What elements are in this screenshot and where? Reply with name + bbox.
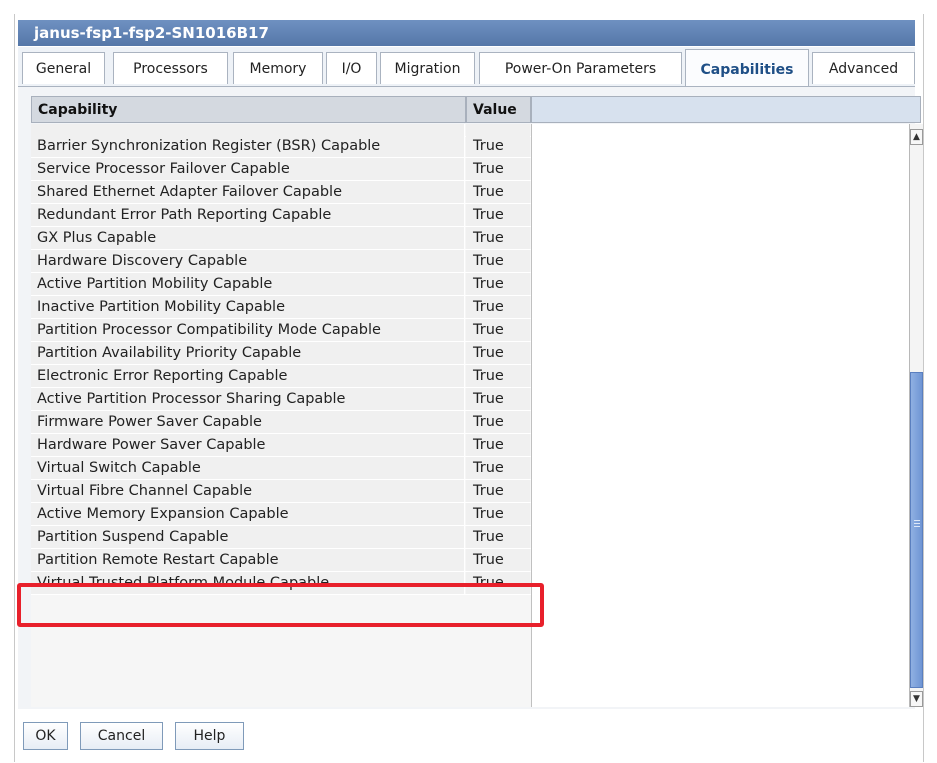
table-row[interactable]: Partition Suspend Capable True [31,526,531,549]
cell-value: True [466,158,530,180]
table-row[interactable]: Firmware Power Saver Capable True [31,411,531,434]
tab-power-on-parameters[interactable]: Power-On Parameters [479,52,682,84]
table-row[interactable]: Hardware Power Saver Capable True [31,434,531,457]
column-header-capability[interactable]: Capability [31,96,466,123]
cell-capability: Active Memory Expansion Capable [31,503,465,525]
table-row[interactable]: Partition Processor Compatibility Mode C… [31,319,531,342]
cell-capability: Partition Suspend Capable [31,526,465,548]
cell-value: True [466,480,530,502]
grip-icon [914,526,920,527]
table-row[interactable]: Shared Ethernet Adapter Failover Capable… [31,181,531,204]
cell-capability: Inactive Partition Mobility Capable [31,296,465,318]
cell-value: True [466,296,530,318]
cell-value: True [466,181,530,203]
cell-capability: GX Plus Capable [31,227,465,249]
cell-value: True [466,388,530,410]
cell-value: True [466,250,530,272]
cell-capability: Partition Remote Restart Capable [31,549,465,571]
table-row[interactable]: Active Partition Mobility Capable True [31,273,531,296]
cell-capability: Firmware Power Saver Capable [31,411,465,433]
cell-capability: Redundant Error Path Reporting Capable [31,204,465,226]
ok-button[interactable]: OK [23,722,68,750]
tab-migration[interactable]: Migration [380,52,475,84]
table-row[interactable]: Inactive Partition Mobility Capable True [31,296,531,319]
cell-value: True [466,549,530,571]
cell-capability: Virtual Trusted Platform Module Capable [31,572,465,594]
chevron-up-icon[interactable]: ▲ [910,129,923,145]
table-row-highlighted[interactable]: Active Memory Expansion Capable True [31,503,531,526]
cell-value: True [466,457,530,479]
table-row[interactable]: Virtual Switch Capable True [31,457,531,480]
cell-value: True [466,135,530,157]
table-row[interactable]: Electronic Error Reporting Capable True [31,365,531,388]
window-title: janus-fsp1-fsp2-SN1016B17 [18,20,915,46]
cell-value: True [466,365,530,387]
table-row[interactable]: Service Processor Failover Capable True [31,158,531,181]
cell-value: True [466,227,530,249]
table-empty-area [531,124,909,707]
table-row[interactable]: Partition Availability Priority Capable … [31,342,531,365]
tab-processors[interactable]: Processors [113,52,228,84]
help-button[interactable]: Help [175,722,244,750]
chevron-down-icon[interactable]: ▼ [910,691,923,707]
grip-icon [914,520,920,521]
cell-capability: Electronic Error Reporting Capable [31,365,465,387]
table-row[interactable]: Hardware Discovery Capable True [31,250,531,273]
tab-capabilities[interactable]: Capabilities [685,49,809,87]
cell-value: True [466,526,530,548]
cell-capability: Active Partition Mobility Capable [31,273,465,295]
cell-capability: Active Partition Processor Sharing Capab… [31,388,465,410]
table-row[interactable]: Virtual Fibre Channel Capable True [31,480,531,503]
cell-value: True [466,411,530,433]
tab-io[interactable]: I/O [326,52,377,84]
cell-capability: Service Processor Failover Capable [31,158,465,180]
cell-capability: Hardware Power Saver Capable [31,434,465,456]
tab-general[interactable]: General [22,52,105,84]
table-row[interactable]: Redundant Error Path Reporting Capable T… [31,204,531,227]
cell-value: True [466,342,530,364]
cell-capability: Partition Availability Priority Capable [31,342,465,364]
table-row[interactable]: Barrier Synchronization Register (BSR) C… [31,135,531,158]
tab-memory[interactable]: Memory [233,52,323,84]
cell-capability: Barrier Synchronization Register (BSR) C… [31,135,465,157]
cell-value: True [466,572,530,594]
cell-capability: Hardware Discovery Capable [31,250,465,272]
cell-capability: Partition Processor Compatibility Mode C… [31,319,465,341]
cell-value: True [466,503,530,525]
table-row[interactable]: Partition Remote Restart Capable True [31,549,531,572]
scroll-thumb[interactable] [910,372,923,688]
grip-icon [914,523,920,524]
cell-capability: Shared Ethernet Adapter Failover Capable [31,181,465,203]
column-header-value[interactable]: Value [466,96,531,123]
capabilities-table: Barrier Synchronization Register (BSR) C… [31,124,531,707]
cell-value: True [466,204,530,226]
tab-advanced[interactable]: Advanced [812,52,915,84]
table-row[interactable]: Virtual Trusted Platform Module Capable … [31,572,531,595]
cell-value: True [466,434,530,456]
cancel-button[interactable]: Cancel [80,722,163,750]
cell-capability: Virtual Switch Capable [31,457,465,479]
cell-value: True [466,319,530,341]
table-row[interactable]: GX Plus Capable True [31,227,531,250]
column-header-filler [531,96,921,123]
table-row[interactable]: Active Partition Processor Sharing Capab… [31,388,531,411]
vertical-scrollbar[interactable]: ▲ ▼ [909,124,923,707]
cell-capability: Virtual Fibre Channel Capable [31,480,465,502]
cell-value: True [466,273,530,295]
